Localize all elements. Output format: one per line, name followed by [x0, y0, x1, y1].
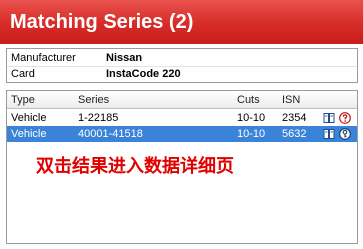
info-value: InstaCode 220: [106, 68, 181, 80]
cell-series: 1-22185: [78, 112, 119, 124]
cell-type: Vehicle: [11, 128, 47, 140]
cell-type: Vehicle: [11, 112, 47, 124]
window-title: Matching Series (2): [0, 0, 363, 44]
info-value: Nissan: [106, 52, 143, 64]
column-header-type[interactable]: Type: [11, 91, 35, 109]
key-icon[interactable]: [339, 128, 351, 140]
help-icon[interactable]: [339, 112, 351, 124]
table-header: Type Series Cuts ISN: [7, 91, 357, 109]
table-row[interactable]: Vehicle 1-22185 10-10 2354: [7, 110, 357, 126]
annotation-text: 双击结果进入数据详细页: [36, 156, 234, 177]
cell-isn: 5632: [282, 128, 307, 140]
cell-isn: 2354: [282, 112, 307, 124]
book-icon[interactable]: [323, 128, 335, 140]
info-row-manufacturer: Manufacturer Nissan: [7, 50, 357, 67]
cell-cuts: 10-10: [237, 112, 266, 124]
cell-series: 40001-41518: [78, 128, 143, 140]
vehicle-info-panel: Manufacturer Nissan Card InstaCode 220: [6, 48, 358, 83]
column-header-cuts[interactable]: Cuts: [237, 91, 260, 109]
info-label: Manufacturer: [11, 52, 76, 64]
info-label: Card: [11, 68, 35, 80]
cell-cuts: 10-10: [237, 128, 266, 140]
book-icon[interactable]: [323, 112, 335, 124]
column-header-isn[interactable]: ISN: [282, 91, 300, 109]
column-header-series[interactable]: Series: [78, 91, 109, 109]
info-row-card: Card InstaCode 220: [7, 66, 357, 82]
table-row-selected[interactable]: Vehicle 40001-41518 10-10 5632: [7, 126, 357, 142]
